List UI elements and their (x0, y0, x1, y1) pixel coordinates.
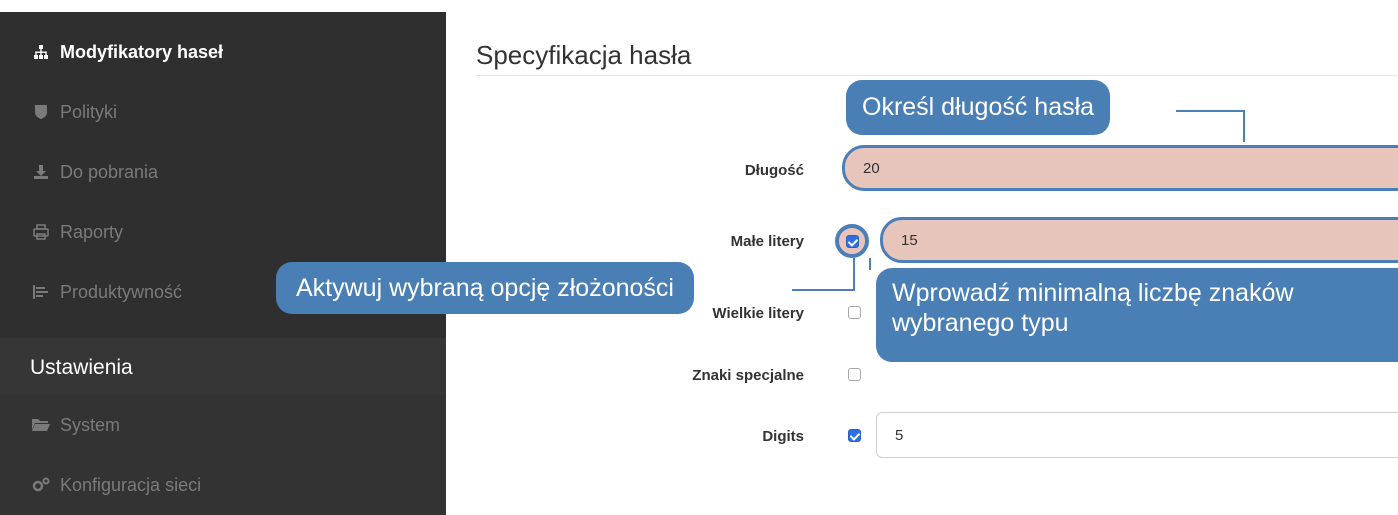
sidebar-section-settings: Ustawienia (0, 338, 446, 398)
uppercase-checkbox[interactable] (848, 306, 861, 319)
lowercase-value: 15 (901, 231, 918, 249)
digits-value: 5 (895, 426, 904, 444)
sitemap-icon (32, 43, 50, 61)
callout-connector (1243, 110, 1245, 142)
sidebar-item-password-modifiers[interactable]: Modyfikatory haseł (0, 22, 446, 82)
chart-icon (32, 283, 50, 301)
length-label: Długość (744, 162, 804, 179)
callout-minimum-line1: Wprowadź minimalną liczbę znaków (892, 279, 1294, 307)
length-value: 20 (863, 159, 880, 177)
sidebar-item-label: Produktywność (60, 281, 183, 302)
panel-title: Specyfikacja hasła (476, 40, 692, 70)
download-icon (32, 163, 50, 181)
sidebar-item-network-config[interactable]: Konfiguracja sieci (0, 455, 446, 515)
callout-connector (853, 258, 855, 291)
special-label: Znaki specjalne (692, 367, 804, 384)
special-checkbox[interactable] (848, 368, 861, 381)
callout-connector (1176, 110, 1244, 112)
folder-icon (32, 416, 50, 434)
sidebar-section-label: Ustawienia (30, 356, 133, 379)
sidebar-item-policies[interactable]: Polityki (0, 82, 446, 142)
digits-label: Digits (762, 428, 804, 445)
sidebar-item-label: Raporty (60, 221, 124, 242)
digits-checkbox[interactable] (848, 429, 861, 442)
sidebar-item-label: Polityki (60, 101, 118, 122)
shield-icon (32, 103, 50, 121)
title-divider (476, 75, 1398, 76)
lowercase-label: Małe litery (730, 233, 804, 250)
digits-input[interactable]: 5 (876, 412, 1398, 458)
print-icon (32, 223, 50, 241)
sidebar-item-label: Do pobrania (60, 161, 159, 182)
sidebar-item-label: System (60, 414, 121, 435)
sidebar-item-system[interactable]: System (0, 395, 446, 455)
callout-connector (869, 258, 871, 270)
callout-length: Określ długość hasła (846, 80, 1111, 135)
length-input[interactable]: 20 (842, 145, 1398, 191)
top-gap (0, 0, 1398, 12)
sidebar: Modyfikatory haseł Polityki Do pobrania … (0, 0, 446, 515)
cogs-icon (32, 476, 50, 494)
sidebar-item-reports[interactable]: Raporty (0, 202, 446, 262)
lowercase-checkbox[interactable] (846, 235, 859, 248)
lowercase-input[interactable]: 15 (880, 217, 1398, 263)
sidebar-item-label: Modyfikatory haseł (60, 41, 224, 62)
callout-activate: Aktywuj wybraną opcję złożoności (276, 262, 694, 314)
sidebar-item-downloads[interactable]: Do pobrania (0, 142, 446, 202)
sidebar-item-label: Konfiguracja sieci (60, 474, 202, 495)
callout-minimum-line2: wybranego typu (892, 309, 1069, 337)
callout-connector (792, 289, 854, 291)
callout-minimum: Wprowadź minimalną liczbę znaków wybrane… (876, 268, 1398, 362)
